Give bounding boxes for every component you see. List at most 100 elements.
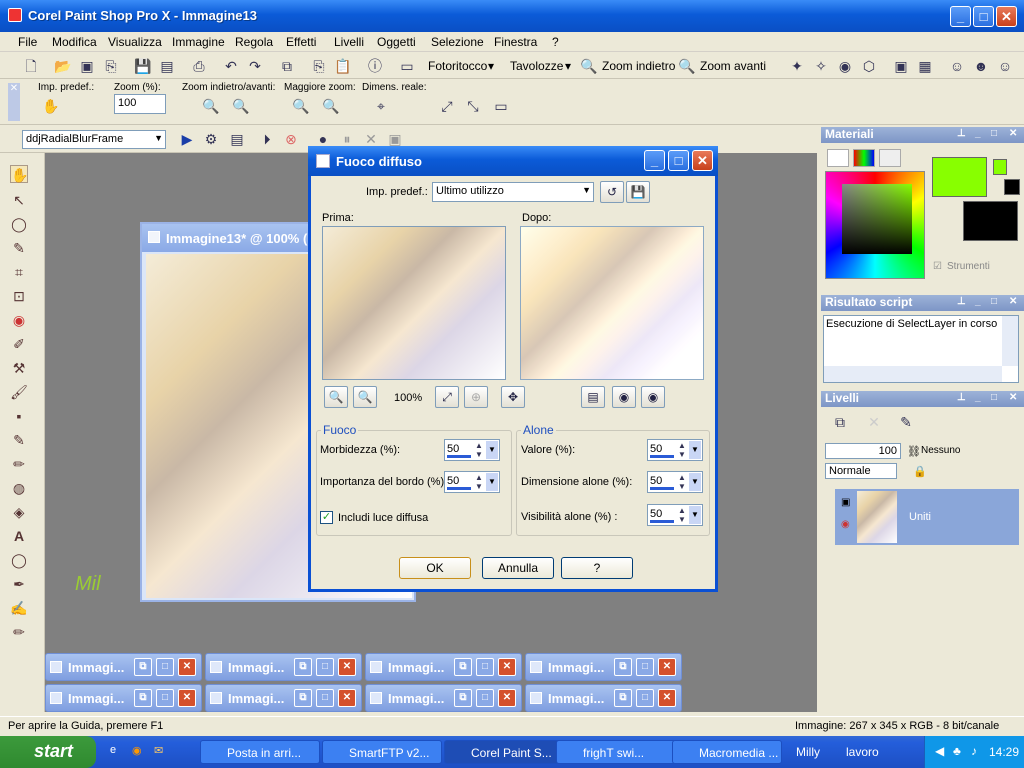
dropper-tool-icon[interactable]: ✎ xyxy=(10,239,28,257)
panel-min-icon[interactable]: _ xyxy=(975,128,981,139)
color-square[interactable] xyxy=(842,184,912,254)
minimized-window[interactable]: Immagi... ⧉ □ ✕ xyxy=(525,653,682,681)
panel-close-icon[interactable]: ✕ xyxy=(1009,296,1017,307)
foreground-swatch[interactable] xyxy=(932,157,987,197)
restore-icon[interactable]: ⧉ xyxy=(614,658,632,676)
color-wheel[interactable] xyxy=(825,171,925,279)
maximize-button[interactable]: □ xyxy=(973,6,994,27)
task-corel[interactable]: Corel Paint S... xyxy=(444,740,564,764)
close-button[interactable]: ✕ xyxy=(996,6,1017,27)
panel-min-icon[interactable]: _ xyxy=(975,296,981,307)
close-icon[interactable]: ✕ xyxy=(658,689,676,707)
zoom-more-icon[interactable]: 🔍 xyxy=(292,97,310,115)
includi-checkbox[interactable]: ✓ xyxy=(320,511,333,524)
straighten-tool-icon[interactable]: ⊡ xyxy=(10,287,28,305)
paste-icon[interactable]: 📋 xyxy=(334,57,352,75)
menu-immagine[interactable]: Immagine xyxy=(172,35,225,49)
panel-max-icon[interactable]: □ xyxy=(991,296,997,307)
pan-tool-icon[interactable]: ✋ xyxy=(10,165,28,183)
zoom-out-small-icon[interactable]: 🔍 xyxy=(202,97,220,115)
maximize-icon[interactable]: □ xyxy=(636,689,654,707)
pin-icon[interactable]: ⊥ xyxy=(957,128,966,139)
task-fright[interactable]: frighT swi... xyxy=(556,740,676,764)
play-icon[interactable]: ▶ xyxy=(178,130,196,148)
effect-icon[interactable]: ✦ xyxy=(788,57,806,75)
print-icon[interactable]: ⎙ xyxy=(190,57,208,75)
makeover-tool-icon[interactable]: ✐ xyxy=(10,335,28,353)
fit-preview-icon[interactable]: ⤢ xyxy=(435,386,459,408)
script-edit-icon[interactable]: ⚙ xyxy=(202,130,220,148)
menu-file[interactable]: File xyxy=(18,35,37,49)
bg-small-swatch[interactable] xyxy=(1004,179,1020,195)
open-icon[interactable]: 📂 xyxy=(54,57,72,75)
pick-tool-icon[interactable]: ↖ xyxy=(10,191,28,209)
minimized-window[interactable]: Immagi... ⧉ □ ✕ xyxy=(205,653,362,681)
effect2-icon[interactable]: ✧ xyxy=(812,57,830,75)
menu-effetti[interactable]: Effetti xyxy=(286,35,316,49)
frame-icon[interactable]: ▣ xyxy=(892,57,910,75)
script-select[interactable]: ddjRadialBlurFrame ▼ xyxy=(22,130,166,149)
eye-icon[interactable]: ◉ xyxy=(836,57,854,75)
bordo-spinner[interactable]: 50 ▲ ▼ ▼ xyxy=(444,471,500,493)
layer-props-icon[interactable]: ✎ xyxy=(897,413,915,431)
zoom-in-button[interactable]: Zoom avanti xyxy=(700,59,766,73)
airbrush-tool-icon[interactable]: ▪ xyxy=(10,407,28,425)
toolbar-milly[interactable]: Milly xyxy=(796,745,820,759)
rainbow-tab-icon[interactable] xyxy=(853,149,875,167)
close-icon[interactable]: ✕ xyxy=(498,689,516,707)
panel-close-icon[interactable]: ✕ xyxy=(1009,128,1017,139)
oil-brush-icon[interactable]: ✏ xyxy=(10,623,28,641)
menu-modifica[interactable]: Modifica xyxy=(52,35,97,49)
tavolozze-menu[interactable]: Tavolozze xyxy=(510,59,563,73)
before-preview[interactable] xyxy=(322,226,506,380)
task-macromedia[interactable]: Macromedia ... xyxy=(672,740,782,764)
panel-max-icon[interactable]: □ xyxy=(991,392,997,403)
auto-proof-icon[interactable]: ◉ xyxy=(612,386,636,408)
brush-tool-icon[interactable]: 🖌 xyxy=(10,383,28,401)
film-icon[interactable]: ▦ xyxy=(916,57,934,75)
help-button[interactable]: ? xyxy=(561,557,633,579)
dimensione-spinner[interactable]: 50 ▲ ▼ ▼ xyxy=(647,471,703,493)
valore-slider[interactable] xyxy=(650,455,674,458)
maximize-icon[interactable]: □ xyxy=(316,689,334,707)
minimized-window[interactable]: Immagi... ⧉ □ ✕ xyxy=(45,684,202,712)
menu-selezione[interactable]: Selezione xyxy=(431,35,484,49)
hand-icon[interactable]: ✋ xyxy=(42,97,60,115)
minimized-window[interactable]: Immagi... ⧉ □ ✕ xyxy=(525,684,682,712)
smudge-tool-icon[interactable]: ✏ xyxy=(10,455,28,473)
tray-arrow-icon[interactable]: ◀ xyxy=(935,744,944,758)
save-preset-icon[interactable]: 💾 xyxy=(626,181,650,203)
maximize-icon[interactable]: □ xyxy=(316,658,334,676)
zoom-in-small-icon[interactable]: 🔍 xyxy=(232,97,250,115)
panel-max-icon[interactable]: □ xyxy=(991,128,997,139)
pin-icon[interactable]: ⊥ xyxy=(957,392,966,403)
delete-layer-icon[interactable]: ✕ xyxy=(865,413,883,431)
minimized-window[interactable]: Immagi... ⧉ □ ✕ xyxy=(365,653,522,681)
script-output[interactable]: Esecuzione di SelectLayer in corso xyxy=(823,315,1019,383)
reset-icon[interactable]: ↺ xyxy=(600,181,624,203)
blend-mode-select[interactable]: Normale xyxy=(825,463,897,479)
zoom-input[interactable]: 100 xyxy=(114,94,166,114)
preset-select[interactable]: Ultimo utilizzo ▼ xyxy=(432,182,594,202)
opacity-field[interactable]: 100 xyxy=(825,443,901,459)
lasso-tool-icon[interactable]: ◯ xyxy=(10,215,28,233)
morbidezza-slider[interactable] xyxy=(447,455,471,458)
maximize-icon[interactable]: □ xyxy=(156,658,174,676)
swatch-tab-icon[interactable] xyxy=(879,149,901,167)
chevron-down-icon[interactable]: ▼ xyxy=(689,473,701,491)
bordo-slider[interactable] xyxy=(447,487,471,490)
fg-small-swatch[interactable] xyxy=(993,159,1007,175)
zoom-out-icon[interactable]: 🔍 xyxy=(580,57,598,75)
menu-livelli[interactable]: Livelli xyxy=(334,35,364,49)
ok-button[interactable]: OK xyxy=(399,557,471,579)
close-icon[interactable]: ✕ xyxy=(178,689,196,707)
actual-size-icon[interactable]: ⌖ xyxy=(372,97,390,115)
valore-spinner[interactable]: 50 ▲ ▼ ▼ xyxy=(647,439,703,461)
preview-zoom-in-icon[interactable]: 🔍 xyxy=(353,386,377,408)
visibilita-spinner[interactable]: 50 ▲ ▼ ▼ xyxy=(647,504,703,526)
options-close-icon[interactable]: ✕ xyxy=(8,83,20,121)
cancel-button[interactable]: Annulla xyxy=(482,557,554,579)
fotoritocco-arrow-icon[interactable]: ▾ xyxy=(488,59,494,73)
toggle-preview-icon[interactable]: ▤ xyxy=(581,386,605,408)
visibilita-slider[interactable] xyxy=(650,520,674,523)
